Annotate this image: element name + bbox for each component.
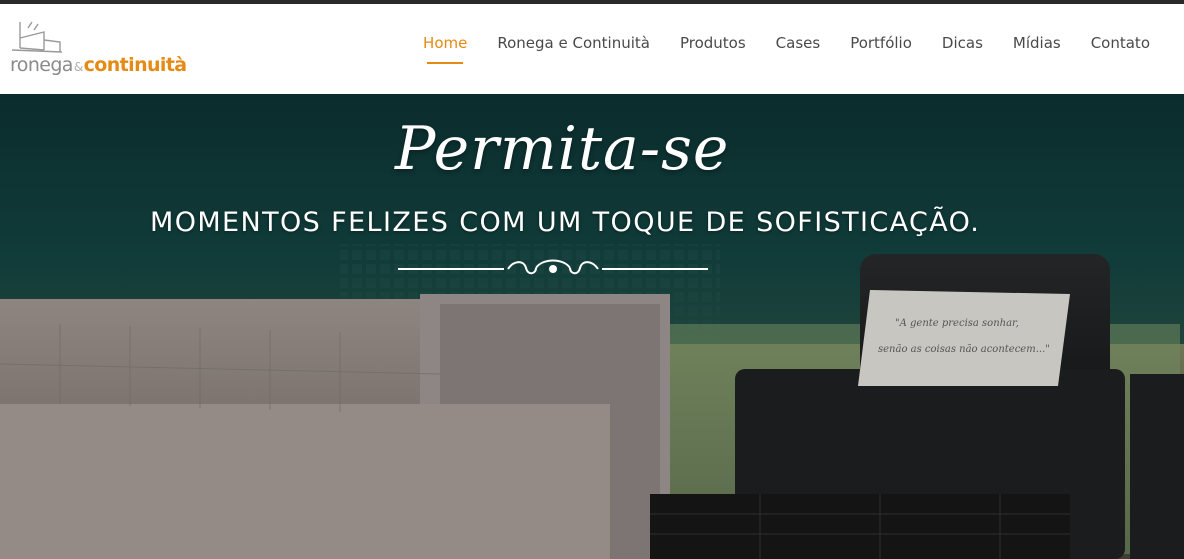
- site-header: ronega&continuità Home Ronega e Continui…: [0, 4, 1184, 94]
- logo-word-continuita: continuità: [83, 54, 188, 76]
- logo-word-ronega: ronega: [10, 54, 73, 76]
- ornament-divider-icon: [398, 259, 708, 275]
- nav-dicas[interactable]: Dicas: [942, 34, 983, 52]
- logo-ampersand: &: [73, 60, 83, 74]
- logo-text: ronega&continuità: [10, 54, 187, 76]
- chair-logo-icon: [11, 21, 63, 53]
- nav-contato[interactable]: Contato: [1091, 34, 1150, 52]
- pillow-quote-line1: "A gente precisa sonhar,: [895, 318, 1019, 329]
- hero-subtitle: MOMENTOS FELIZES COM UM TOQUE DE SOFISTI…: [150, 207, 981, 238]
- hero-banner: "A gente precisa sonhar, senão as coisas…: [0, 94, 1184, 559]
- hero-title: Permita-se: [395, 114, 730, 184]
- logo[interactable]: ronega&continuità: [10, 18, 190, 82]
- nav-midias[interactable]: Mídias: [1013, 34, 1061, 52]
- nav-portfolio[interactable]: Portfólio: [850, 34, 912, 52]
- nav-home[interactable]: Home: [423, 34, 467, 64]
- nav-cases[interactable]: Cases: [776, 34, 821, 52]
- pillow-quote-line2: senão as coisas não acontecem...": [878, 344, 1050, 355]
- main-nav: Home Ronega e Continuità Produtos Cases …: [423, 34, 1150, 64]
- nav-produtos[interactable]: Produtos: [680, 34, 746, 52]
- nav-ronega-e-continuita[interactable]: Ronega e Continuità: [497, 34, 650, 52]
